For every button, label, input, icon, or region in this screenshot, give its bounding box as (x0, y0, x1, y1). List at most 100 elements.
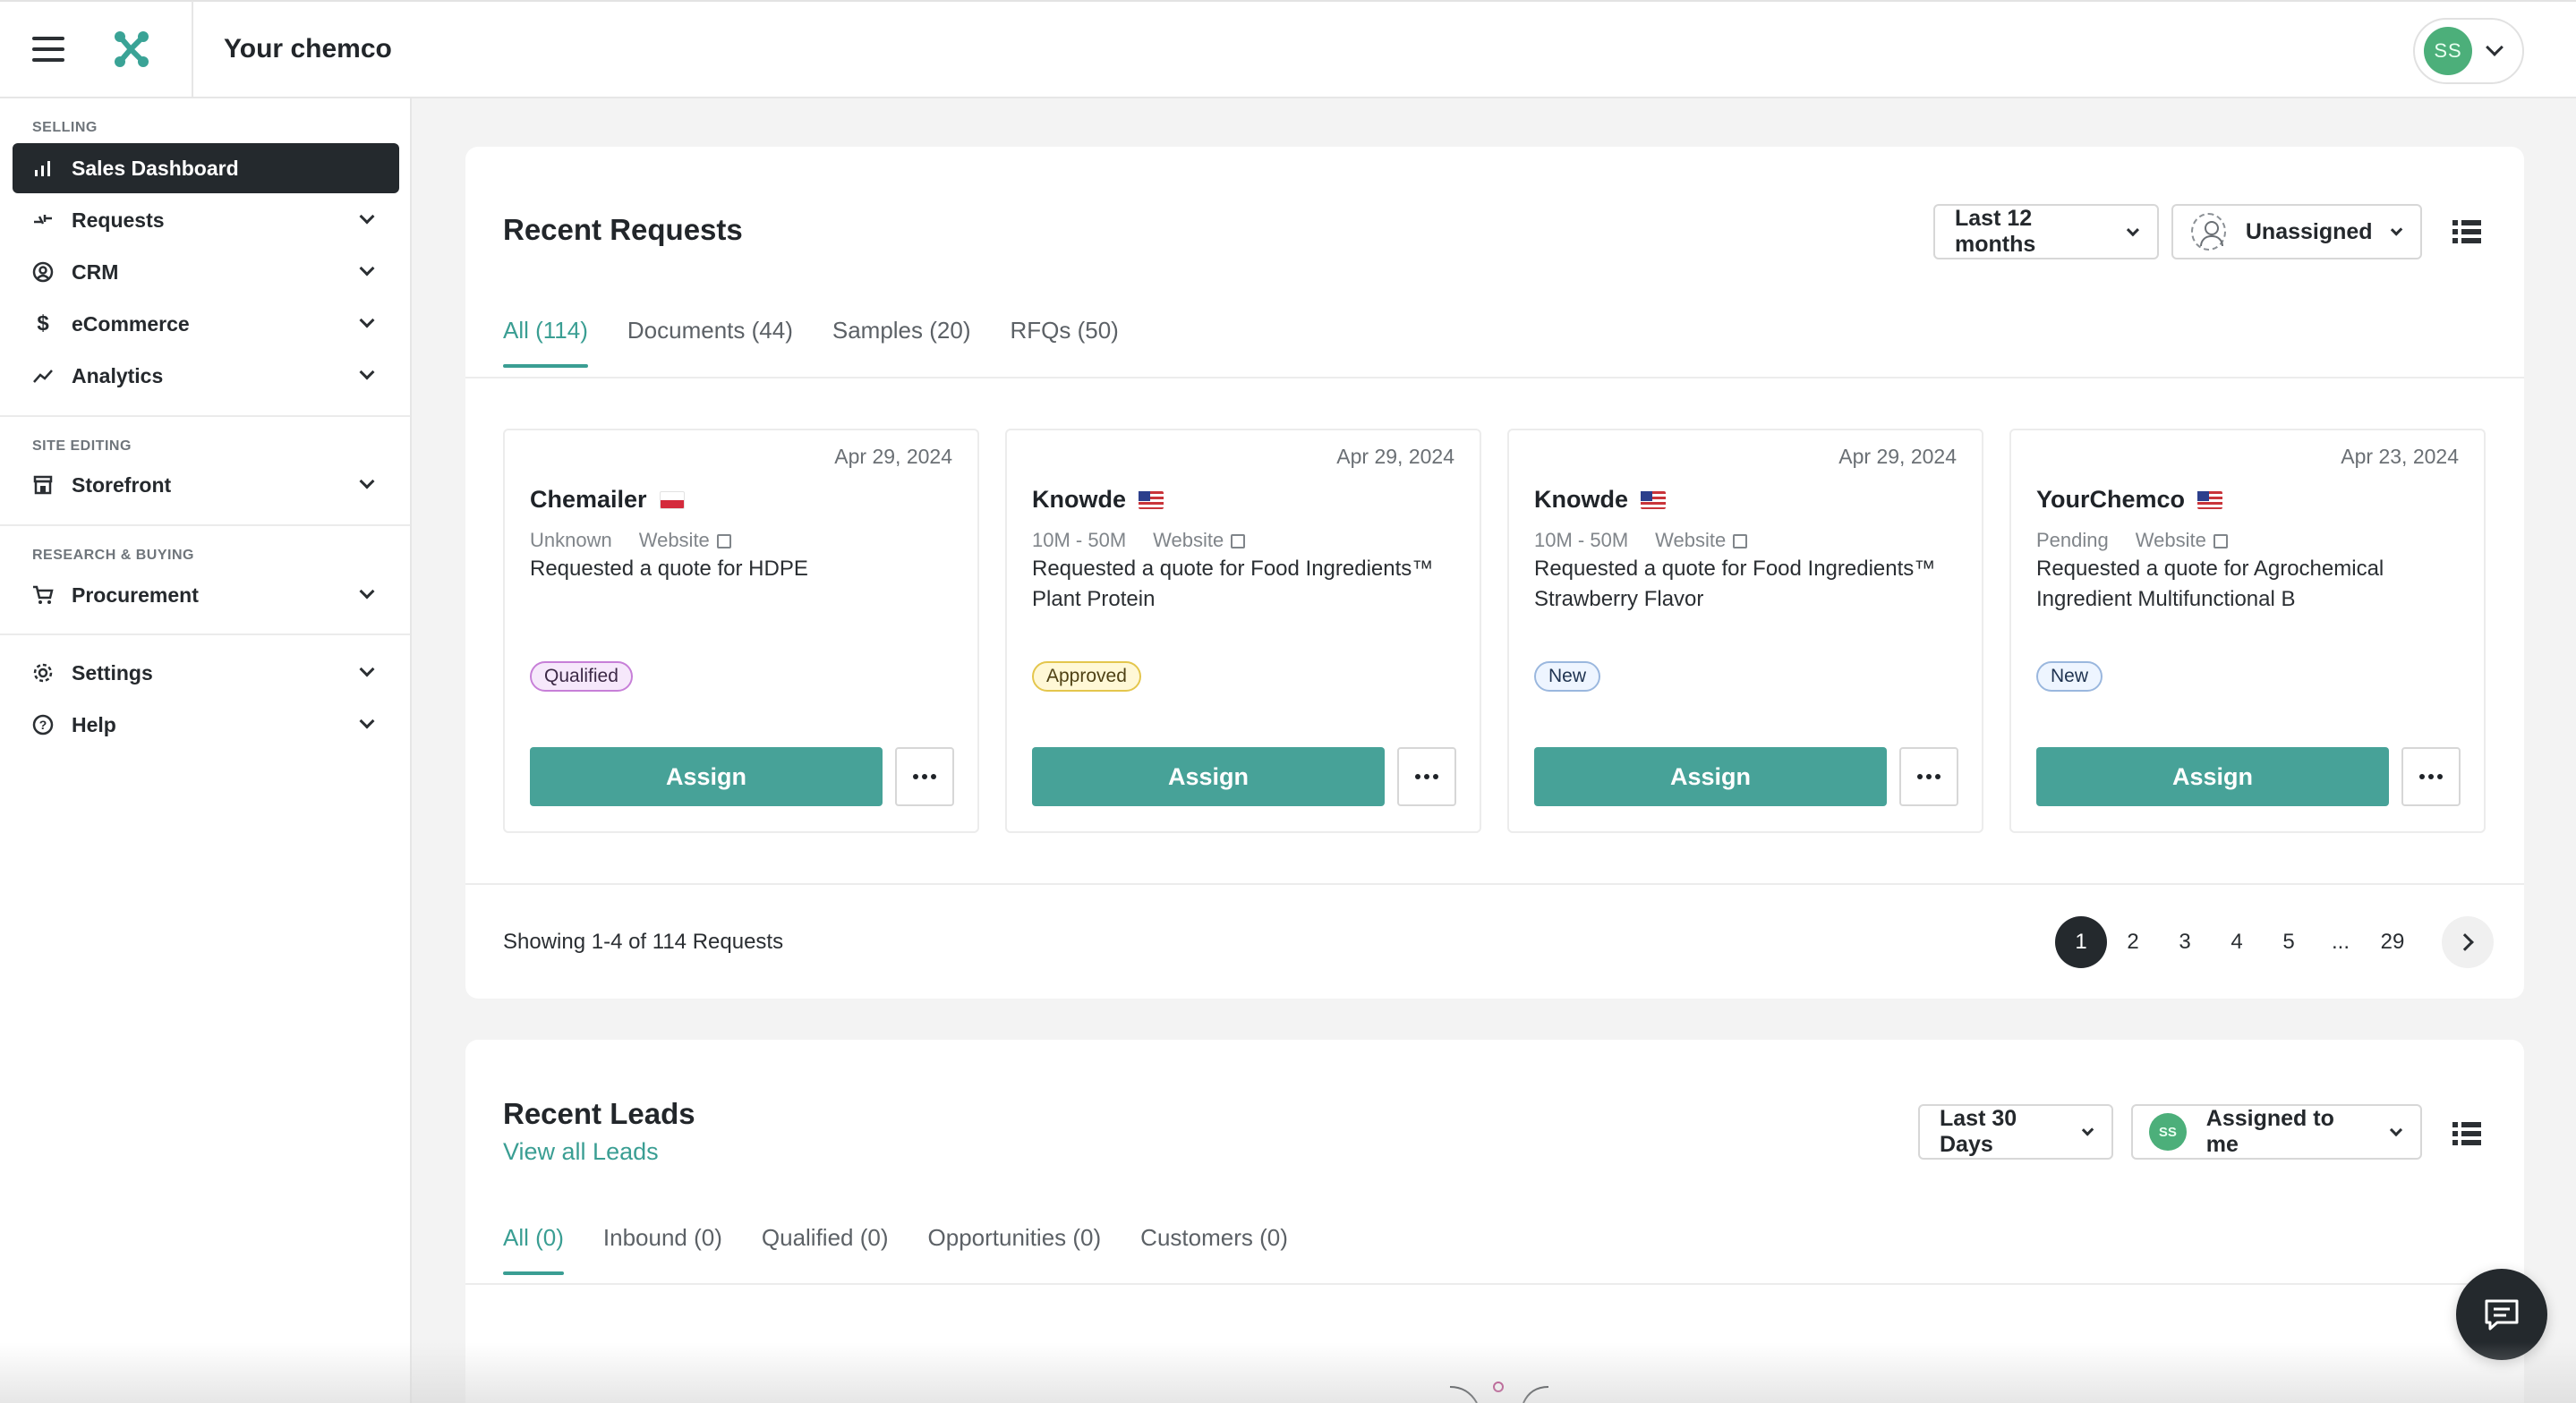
tab-inbound[interactable]: Inbound (0) (603, 1224, 722, 1275)
sidebar-item-analytics[interactable]: Analytics (13, 351, 399, 401)
source-link[interactable]: Website (1655, 529, 1748, 552)
more-options-button[interactable] (1397, 747, 1456, 806)
page-button[interactable]: 4 (2211, 916, 2263, 968)
tab-documents[interactable]: Documents (44) (627, 317, 793, 368)
tab-samples[interactable]: Samples (20) (832, 317, 971, 368)
flag-us-icon (1139, 490, 1164, 509)
leads-assignee-dropdown[interactable]: SS Assigned to me (2131, 1104, 2422, 1160)
sidebar-divider (0, 633, 410, 635)
company-name[interactable]: Knowde (1032, 486, 1164, 514)
recent-requests-title: Recent Requests (503, 213, 743, 246)
sidebar-item-storefront[interactable]: Storefront (13, 460, 399, 510)
page-button[interactable]: 1 (2055, 916, 2107, 968)
list-view-icon[interactable] (2452, 1122, 2481, 1145)
leads-tabs: All (0) Inbound (0) Qualified (0) Opport… (503, 1224, 1288, 1275)
sidebar-item-label: Requests (72, 208, 165, 232)
company-name[interactable]: Chemailer (530, 486, 685, 514)
company-size: Pending (2036, 529, 2109, 551)
footer-divider (465, 883, 2524, 885)
page-ellipsis: ... (2331, 930, 2350, 954)
empty-state-illustration (1449, 1382, 1549, 1403)
more-options-button[interactable] (1899, 747, 1958, 806)
tab-rfqs[interactable]: RFQs (50) (1010, 317, 1118, 368)
chevron-down-icon (359, 473, 375, 489)
sidebar-item-sales-dashboard[interactable]: Sales Dashboard (13, 143, 399, 193)
flag-us-icon (2197, 490, 2223, 509)
dollar-icon: $ (37, 311, 49, 336)
request-card[interactable]: Apr 29, 2024 Knowde 10M - 50M Website Req… (1507, 429, 1983, 833)
sidebar-item-label: CRM (72, 259, 119, 284)
page-button[interactable]: 3 (2159, 916, 2211, 968)
request-card[interactable]: Apr 29, 2024 Chemailer Unknown Website Re… (503, 429, 979, 833)
next-page-button[interactable] (2442, 916, 2494, 968)
company-label: Knowde (1032, 486, 1126, 513)
company-size: 10M - 50M (1534, 529, 1629, 551)
tab-customers[interactable]: Customers (0) (1140, 1224, 1288, 1275)
view-all-leads-link[interactable]: View all Leads (503, 1138, 659, 1166)
request-card[interactable]: Apr 23, 2024 YourChemco Pending Website R… (2009, 429, 2486, 833)
section-label-site-editing: SITE EDITING (32, 438, 132, 454)
sidebar-item-help[interactable]: ? Help (13, 700, 399, 750)
chat-button[interactable] (2456, 1269, 2547, 1360)
assign-button[interactable]: Assign (530, 747, 883, 806)
source-link[interactable]: Website (639, 529, 731, 552)
page-button[interactable]: 2 (2107, 916, 2159, 968)
request-description: Requested a quote for HDPE (530, 557, 808, 581)
storefront-icon (32, 474, 54, 496)
request-meta: Unknown Website (530, 529, 731, 552)
request-meta: 10M - 50M Website (1032, 529, 1246, 552)
assign-button[interactable]: Assign (1534, 747, 1887, 806)
user-menu[interactable]: SS (2413, 18, 2524, 84)
tab-opportunities[interactable]: Opportunities (0) (928, 1224, 1102, 1275)
assign-button[interactable]: Assign (2036, 747, 2389, 806)
external-link-icon (1733, 534, 1748, 548)
source-link[interactable]: Website (2136, 529, 2228, 552)
more-options-button[interactable] (2401, 747, 2461, 806)
source-label: Website (1153, 529, 1224, 551)
assignee-dropdown[interactable]: Unassigned (2171, 204, 2422, 259)
sidebar-item-label: Sales Dashboard (72, 156, 239, 180)
trend-icon (32, 365, 54, 387)
more-options-button[interactable] (895, 747, 954, 806)
company-name[interactable]: Knowde (1534, 486, 1666, 514)
page-button[interactable]: 29 (2367, 916, 2418, 968)
sidebar-item-crm[interactable]: CRM (13, 247, 399, 297)
chevron-down-icon (2390, 223, 2403, 236)
external-link-icon (716, 534, 731, 548)
gear-icon (32, 662, 54, 684)
status-badge: Qualified (530, 661, 633, 692)
assign-button[interactable]: Assign (1032, 747, 1385, 806)
company-label: YourChemco (2036, 486, 2186, 513)
status-badge: New (1534, 661, 1601, 692)
request-meta: 10M - 50M Website (1534, 529, 1748, 552)
tab-qualified[interactable]: Qualified (0) (762, 1224, 889, 1275)
leads-period-dropdown[interactable]: Last 30 Days (1918, 1104, 2113, 1160)
request-description: Requested a quote for Food Ingredients™ … (1032, 557, 1434, 611)
period-dropdown[interactable]: Last 12 months (1933, 204, 2159, 259)
company-title: Your chemco (224, 34, 392, 64)
sidebar-item-ecommerce[interactable]: $ eCommerce (13, 299, 399, 349)
tab-all-leads[interactable]: All (0) (503, 1224, 564, 1275)
help-icon: ? (32, 714, 54, 736)
company-label: Chemailer (530, 486, 647, 513)
cart-icon (32, 584, 54, 606)
request-meta: Pending Website (2036, 529, 2228, 552)
sidebar-item-requests[interactable]: Requests (13, 195, 399, 245)
source-link[interactable]: Website (1153, 529, 1246, 552)
tab-all[interactable]: All (114) (503, 317, 588, 368)
request-card[interactable]: Apr 29, 2024 Knowde 10M - 50M Website Req… (1005, 429, 1481, 833)
results-summary: Showing 1-4 of 114 Requests (503, 930, 784, 954)
menu-icon[interactable] (32, 37, 64, 62)
user-circle-icon (32, 261, 54, 283)
sidebar-item-label: Procurement (72, 582, 199, 607)
page-button[interactable]: 5 (2263, 916, 2315, 968)
sidebar-item-procurement[interactable]: Procurement (13, 570, 399, 620)
chevron-down-icon (359, 713, 375, 729)
request-description: Requested a quote for Agrochemical Ingre… (2036, 557, 2384, 611)
app-logo[interactable] (109, 28, 152, 71)
sidebar-item-settings[interactable]: Settings (13, 648, 399, 698)
chevron-down-icon (2127, 223, 2140, 236)
company-name[interactable]: YourChemco (2036, 486, 2223, 514)
list-view-icon[interactable] (2452, 220, 2481, 243)
chevron-down-icon (359, 661, 375, 677)
